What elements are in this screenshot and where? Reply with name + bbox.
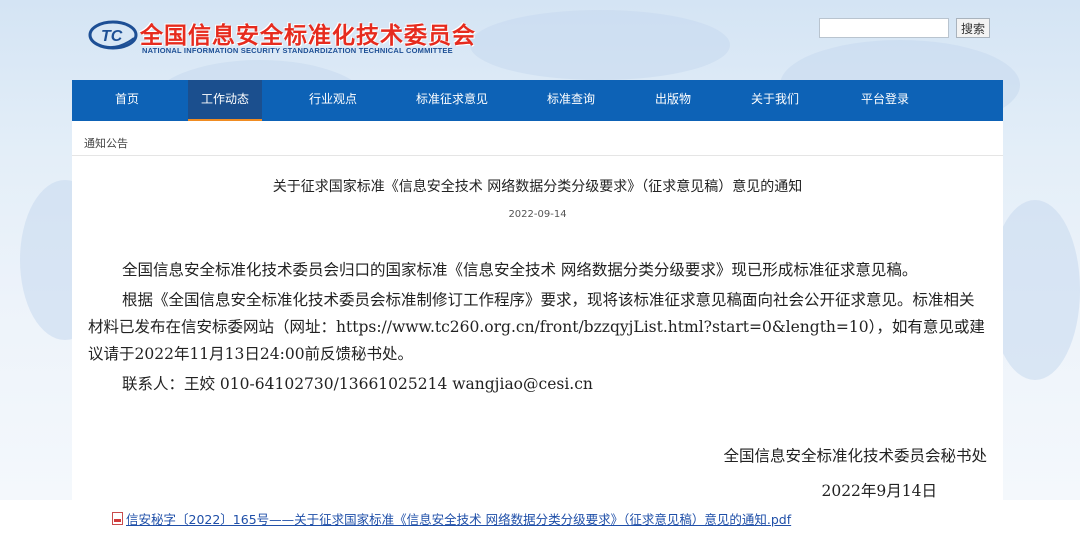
nav-item-work-news[interactable]: 工作动态 [188,80,262,121]
article-paragraph: 全国信息安全标准化技术委员会归口的国家标准《信息安全技术 网络数据分类分级要求》… [122,261,918,279]
nav-item-publications[interactable]: 出版物 [636,80,710,121]
nav-item-industry-views[interactable]: 行业观点 [296,80,370,121]
svg-text:TC: TC [101,28,123,45]
contact-info: 联系人：王姣 010-64102730/13661025214 wangjiao… [122,375,593,393]
nav-item-about-us[interactable]: 关于我们 [738,80,812,121]
attachment-label[interactable]: 信安秘字〔2022〕165号——关于征求国家标准《信息安全技术 网络数据分类分级… [126,512,791,527]
nav-item-standard-comments[interactable]: 标准征求意见 [406,80,498,121]
article-date: 2022-09-14 [508,209,567,220]
logo-icon[interactable]: TC [88,18,138,52]
signature-date: 2022年9月14日 [821,482,937,500]
breadcrumb[interactable]: 通知公告 [84,135,128,151]
attachment-link[interactable]: 信安秘字〔2022〕165号——关于征求国家标准《信息安全技术 网络数据分类分级… [112,509,791,528]
signature: 全国信息安全标准化技术委员会秘书处 [723,447,987,465]
search-button[interactable]: 搜索 [956,18,990,38]
map-decoration [990,200,1080,380]
article-paragraph: 根据《全国信息安全标准化技术委员会标准制修订工作程序》要求，现将该标准征求意见稿… [88,291,985,363]
main-nav: 首页 工作动态 行业观点 标准征求意见 标准查询 出版物 关于我们 平台登录 [72,80,1003,121]
divider [72,155,1003,156]
pdf-icon [112,512,123,525]
article-panel: 通知公告 关于征求国家标准《信息安全技术 网络数据分类分级要求》（征求意见稿）意… [72,121,1003,500]
nav-item-standard-search[interactable]: 标准查询 [534,80,608,121]
site-title: 全国信息安全标准化技术委员会 [140,23,476,49]
nav-item-home[interactable]: 首页 [90,80,164,121]
nav-item-platform-login[interactable]: 平台登录 [848,80,922,121]
article-title: 关于征求国家标准《信息安全技术 网络数据分类分级要求》（征求意见稿）意见的通知 [272,179,803,195]
map-decoration [470,10,730,80]
site-subtitle: NATIONAL INFORMATION SECURITY STANDARDIZ… [142,46,453,55]
search-input[interactable] [819,18,949,38]
